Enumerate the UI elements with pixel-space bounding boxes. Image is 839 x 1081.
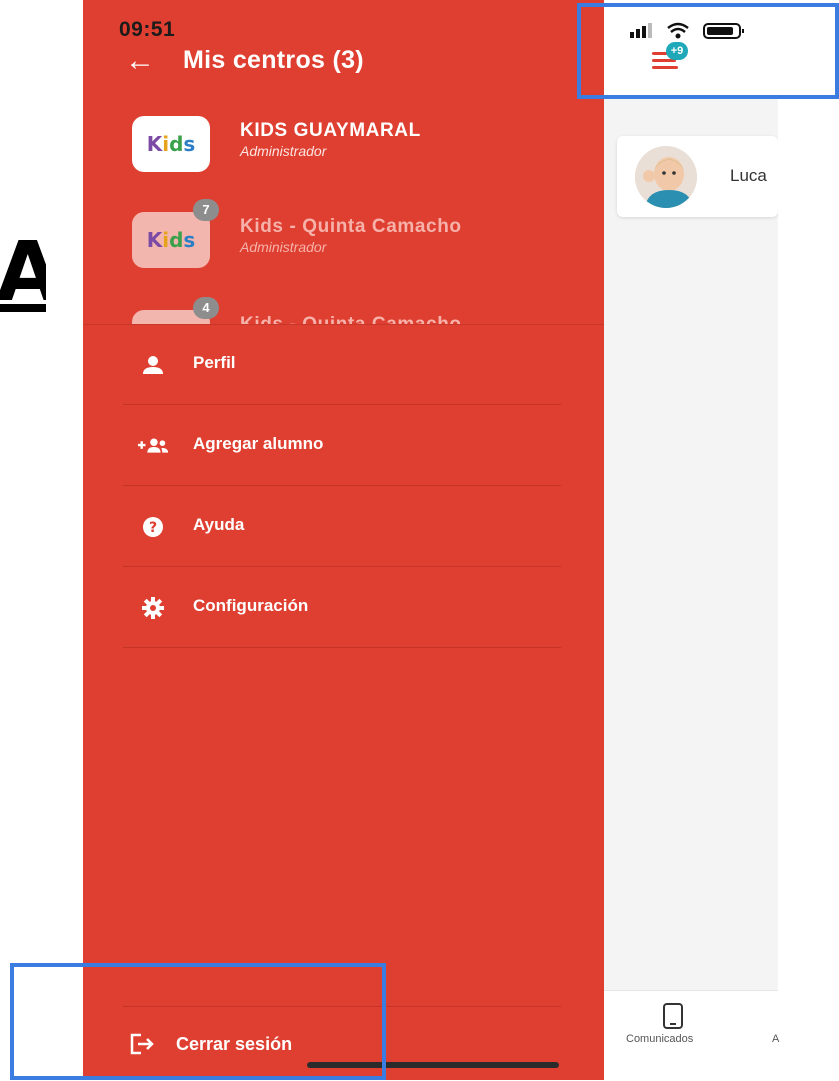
- center-role: Administrador: [240, 143, 327, 159]
- navigation-drawer: 09:51 ← Mis centros (3) Kids KIDS GUAYMA…: [83, 0, 604, 1080]
- student-card[interactable]: Luca: [617, 136, 778, 217]
- person-icon: [137, 351, 169, 379]
- highlight-box-top: [577, 3, 839, 99]
- student-name: Luca: [730, 166, 767, 185]
- kids-logo-icon: Kids: [132, 212, 210, 268]
- gear-icon: [137, 594, 169, 622]
- underlying-screen: +9 Luca Comunicados A: [604, 0, 839, 1081]
- menu-item-label: Ayuda: [193, 515, 245, 534]
- tab-next[interactable]: A: [772, 1033, 779, 1045]
- tab-comunicados[interactable]: Comunicados: [626, 1033, 693, 1045]
- menu-item-ayuda[interactable]: ? Ayuda: [83, 487, 604, 567]
- center-notification-badge: 7: [193, 199, 219, 221]
- add-users-icon: [137, 432, 169, 460]
- menu-item-label: Perfil: [193, 353, 236, 372]
- left-margin-glyph: A: [0, 228, 46, 318]
- left-margin: A: [0, 0, 83, 1080]
- drawer-title: Mis centros (3): [183, 46, 364, 74]
- highlight-box-bottom: [10, 963, 386, 1080]
- center-name: KIDS GUAYMARAL: [240, 120, 421, 141]
- help-icon: ?: [137, 513, 169, 541]
- tablet-icon[interactable]: [662, 1003, 684, 1029]
- avatar: [635, 146, 697, 208]
- center-role: Administrador: [240, 239, 327, 255]
- svg-text:?: ?: [149, 520, 157, 536]
- center-item-guaymaral[interactable]: Kids KIDS GUAYMARAL Administrador: [83, 100, 604, 180]
- status-time: 09:51: [119, 18, 176, 41]
- menu-item-perfil[interactable]: Perfil: [83, 325, 604, 405]
- menu-divider: [123, 404, 561, 405]
- center-name: Kids - Quinta Camacho: [240, 216, 462, 237]
- right-edge: [778, 0, 839, 1080]
- kids-logo-icon: Kids: [132, 116, 210, 172]
- back-arrow-icon[interactable]: ←: [125, 44, 155, 78]
- center-item-quinta-camacho-2[interactable]: 4 Kids - Quinta Camacho: [83, 294, 604, 324]
- menu-item-label: Configuración: [193, 596, 309, 615]
- center-item-quinta-camacho[interactable]: Kids 7 Kids - Quinta Camacho Administrad…: [83, 196, 604, 276]
- menu-item-label: Agregar alumno: [193, 434, 324, 453]
- center-notification-badge: 4: [193, 297, 219, 319]
- menu-item-configuracion[interactable]: Configuración: [83, 568, 604, 648]
- bottom-navigation: Comunicados A: [604, 990, 779, 1081]
- menu-divider: [123, 566, 561, 567]
- menu-divider: [123, 485, 561, 486]
- centers-list: Kids KIDS GUAYMARAL Administrador Kids 7…: [83, 100, 604, 324]
- menu-divider: [123, 647, 561, 648]
- center-name: Kids - Quinta Camacho: [240, 314, 462, 324]
- menu-item-agregar-alumno[interactable]: Agregar alumno: [83, 406, 604, 486]
